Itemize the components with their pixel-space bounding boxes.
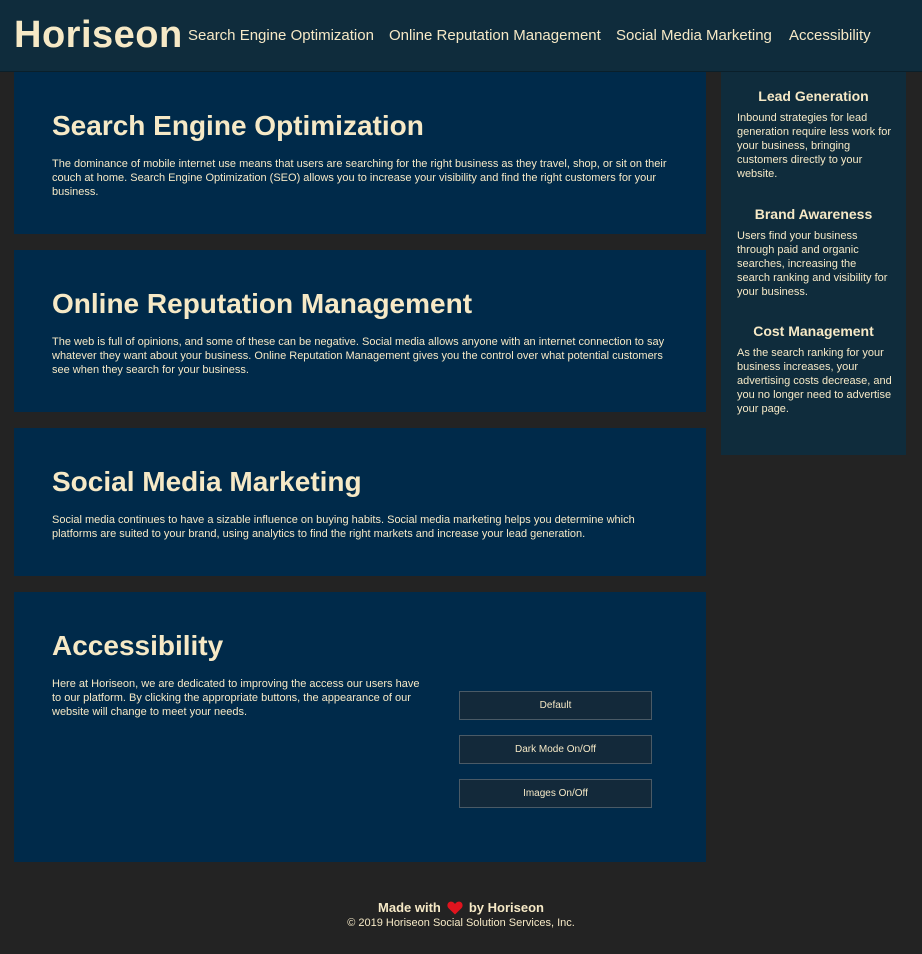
section-body: Social media continues to have a sizable… xyxy=(52,514,635,540)
made-with-suffix: by Horiseon xyxy=(468,900,544,915)
section-body: Here at Horiseon, we are dedicated to im… xyxy=(52,678,420,718)
images-toggle-button[interactable]: Images On/Off xyxy=(459,779,652,808)
site-header: Horiseon Search Engine Optimization Onli… xyxy=(0,0,922,72)
made-with-line: Made with by Horiseon xyxy=(0,900,922,915)
benefit-title-cost-management: Cost Management xyxy=(753,323,874,339)
section-reputation: Online Reputation Management The web is … xyxy=(14,250,706,412)
benefit-body-brand-awareness: Users find your business through paid an… xyxy=(737,230,888,298)
section-body: The dominance of mobile internet use mea… xyxy=(52,158,667,198)
nav-link-seo[interactable]: Search Engine Optimization xyxy=(188,27,374,44)
section-seo: Search Engine Optimization The dominance… xyxy=(14,72,706,234)
section-social-media: Social Media Marketing Social media cont… xyxy=(14,428,706,576)
section-title: Online Reputation Management xyxy=(52,288,473,319)
site-footer: Made with by Horiseon © 2019 Horiseon So… xyxy=(0,900,922,929)
section-title: Search Engine Optimization xyxy=(52,110,424,141)
benefit-body-lead-generation: Inbound strategies for lead generation r… xyxy=(737,112,892,180)
benefits-sidebar: Lead Generation Inbound strategies for l… xyxy=(721,72,906,455)
copyright-text: © 2019 Horiseon Social Solution Services… xyxy=(347,917,575,929)
nav-link-reputation[interactable]: Online Reputation Management xyxy=(389,27,601,44)
nav-link-social-media[interactable]: Social Media Marketing xyxy=(616,27,772,44)
section-accessibility: Accessibility Here at Horiseon, we are d… xyxy=(14,592,706,862)
site-logo[interactable]: Horiseon xyxy=(14,14,183,57)
nav-link-accessibility[interactable]: Accessibility xyxy=(789,27,871,44)
benefit-title-lead-generation: Lead Generation xyxy=(758,88,869,104)
benefit-body-cost-management: As the search ranking for your business … xyxy=(737,347,892,415)
dark-mode-toggle-button[interactable]: Dark Mode On/Off xyxy=(459,735,652,764)
section-title: Accessibility xyxy=(52,630,224,661)
made-with-prefix: Made with xyxy=(378,900,441,915)
heart-icon xyxy=(447,901,463,914)
benefit-title-brand-awareness: Brand Awareness xyxy=(754,206,873,222)
section-title: Social Media Marketing xyxy=(52,466,362,497)
section-body: The web is full of opinions, and some of… xyxy=(52,336,665,376)
default-button[interactable]: Default xyxy=(459,691,652,720)
